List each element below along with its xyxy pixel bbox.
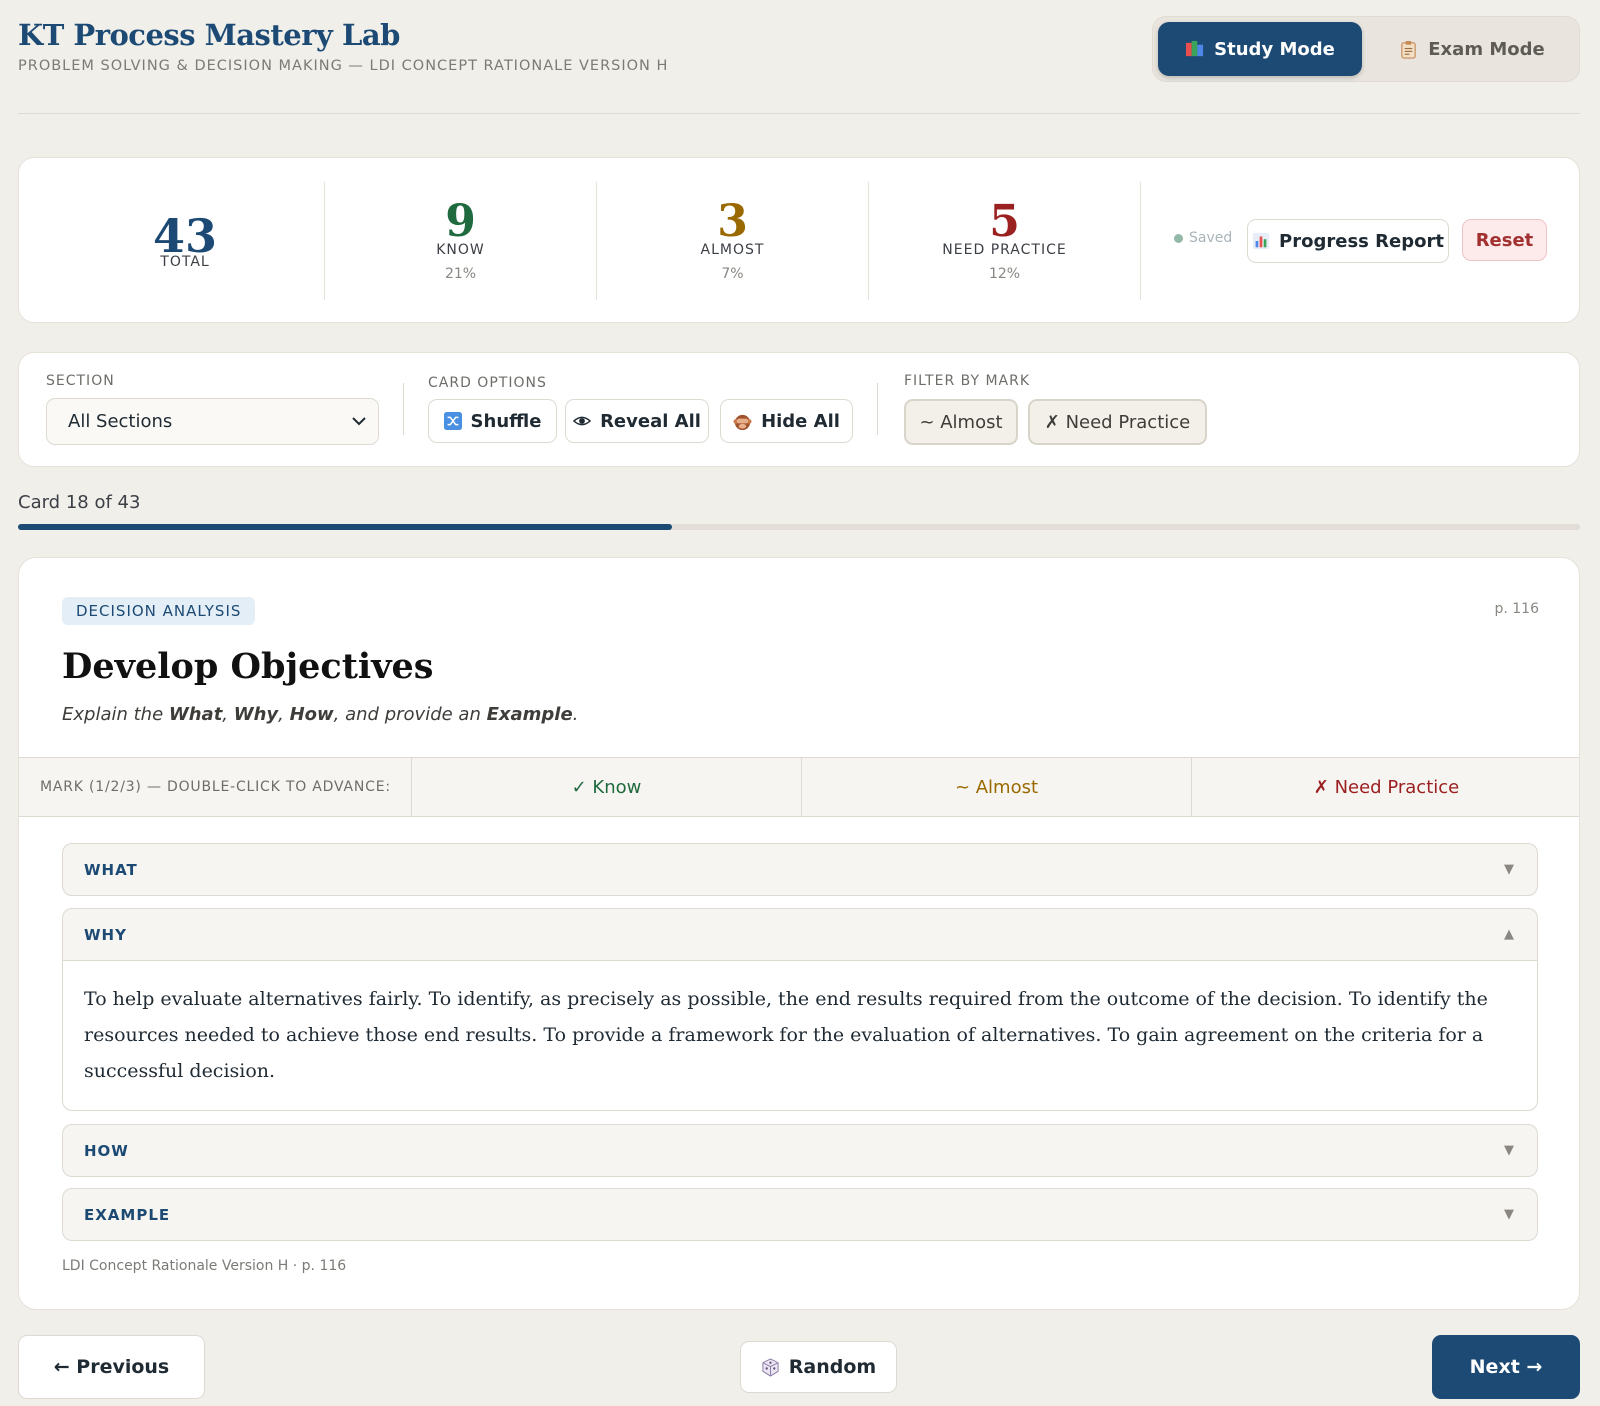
bar-chart-icon <box>1252 232 1270 250</box>
mark-bar: MARK (1/2/3) — DOUBLE-CLICK TO ADVANCE: … <box>19 757 1579 817</box>
prompt-example: Example <box>486 704 573 725</box>
prompt-text: . <box>572 704 579 725</box>
stat-know: 9 KNOW 21% <box>324 182 596 300</box>
expand-arrow-icon: ▼ <box>1504 1143 1515 1158</box>
stat-need-practice: 5 NEED PRACTICE 12% <box>868 182 1140 300</box>
stat-divider <box>1140 182 1141 300</box>
mark-almost-button[interactable]: ~ Almost <box>802 758 1192 816</box>
page-reference: p. 116 <box>1494 601 1539 617</box>
expand-arrow-icon: ▼ <box>1504 862 1515 877</box>
app-title: KT Process Mastery Lab <box>18 18 400 52</box>
accordion-example-header[interactable]: EXAMPLE ▼ <box>63 1189 1537 1240</box>
chevron-down-icon <box>352 417 366 426</box>
stat-know-percent: 21% <box>444 266 477 282</box>
stat-almost: 3 ALMOST 7% <box>596 182 868 300</box>
previous-button[interactable]: ← Previous <box>18 1335 205 1399</box>
mode-switch: Study Mode Exam Mode <box>1152 16 1580 82</box>
stats-panel: 43 TOTAL 9 KNOW 21% 3 ALMOST 7% 5 NEED P… <box>18 157 1580 323</box>
accordion-why-label: WHY <box>84 925 127 944</box>
accordion-example: EXAMPLE ▼ <box>62 1188 1538 1241</box>
random-label: Random <box>788 1356 877 1378</box>
section-select[interactable]: All Sections <box>46 398 379 445</box>
toolbar-divider <box>877 383 878 435</box>
source-reference: LDI Concept Rationale Version H · p. 116 <box>62 1258 347 1274</box>
card-title: Develop Objectives <box>62 646 434 687</box>
saved-indicator: Saved <box>1174 230 1232 246</box>
stat-know-label: KNOW <box>436 242 485 258</box>
accordion-why-body: To help evaluate alternatives fairly. To… <box>63 960 1537 1110</box>
card-options-label: CARD OPTIONS <box>428 375 547 391</box>
shuffle-label: Shuffle <box>470 410 542 432</box>
app-subtitle: PROBLEM SOLVING & DECISION MAKING — LDI … <box>18 58 669 74</box>
card-counter: Card 18 of 43 <box>18 492 141 513</box>
filter-by-mark-label: FILTER BY MARK <box>904 373 1031 389</box>
card-progress-bar <box>18 524 1580 530</box>
saved-dot-icon <box>1174 233 1183 243</box>
hide-all-label: Hide All <box>761 410 840 432</box>
expand-arrow-icon: ▼ <box>1504 1207 1515 1222</box>
prompt-text: , and provide an <box>333 704 487 725</box>
prompt-text: , <box>278 704 290 725</box>
stat-know-value: 9 <box>445 196 476 247</box>
prompt-what: What <box>168 704 223 725</box>
toolbar-divider <box>403 383 404 435</box>
mark-instructions: MARK (1/2/3) — DOUBLE-CLICK TO ADVANCE: <box>19 758 412 816</box>
study-mode-button[interactable]: Study Mode <box>1158 22 1362 76</box>
stat-need-practice-value: 5 <box>989 196 1020 247</box>
filter-toolbar: SECTION All Sections CARD OPTIONS Shuffl… <box>18 352 1580 467</box>
dice-icon <box>762 1357 779 1377</box>
accordion-why-header[interactable]: WHY ▲ <box>63 909 1537 960</box>
accordion-what-label: WHAT <box>84 860 138 879</box>
prompt-how: How <box>289 704 334 725</box>
stat-total-value: 43 <box>152 209 217 263</box>
filter-need-practice-button[interactable]: ✗ Need Practice <box>1028 399 1207 445</box>
stat-almost-label: ALMOST <box>700 242 765 258</box>
app-header: KT Process Mastery Lab PROBLEM SOLVING &… <box>18 16 1580 114</box>
accordion-why: WHY ▲ To help evaluate alternatives fair… <box>62 908 1538 1111</box>
books-icon <box>1186 40 1204 56</box>
exam-mode-button[interactable]: Exam Mode <box>1370 22 1574 76</box>
hide-all-button[interactable]: Hide All <box>720 399 853 443</box>
filter-almost-button[interactable]: ~ Almost <box>904 399 1018 445</box>
reveal-all-button[interactable]: Reveal All <box>565 399 709 443</box>
section-label: SECTION <box>46 373 115 389</box>
shuffle-button[interactable]: Shuffle <box>428 399 557 443</box>
exam-mode-label: Exam Mode <box>1428 38 1545 60</box>
flashcard: DECISION ANALYSIS p. 116 Develop Objecti… <box>18 557 1580 1310</box>
reset-button[interactable]: Reset <box>1462 219 1547 261</box>
card-progress-fill <box>18 524 672 530</box>
accordion-what-header[interactable]: WHAT ▼ <box>63 844 1537 895</box>
stat-almost-percent: 7% <box>721 266 744 282</box>
mark-need-practice-button[interactable]: ✗ Need Practice <box>1192 758 1579 816</box>
stat-need-practice-percent: 12% <box>988 266 1021 282</box>
eye-icon <box>573 416 592 426</box>
random-button[interactable]: Random <box>740 1341 897 1393</box>
accordion-what: WHAT ▼ <box>62 843 1538 896</box>
accordion-how: HOW ▼ <box>62 1124 1538 1177</box>
stat-total-label: TOTAL <box>160 254 210 270</box>
mark-know-button[interactable]: ✓ Know <box>412 758 802 816</box>
progress-report-button[interactable]: Progress Report <box>1247 219 1449 263</box>
study-mode-label: Study Mode <box>1214 38 1335 60</box>
collapse-arrow-icon: ▲ <box>1504 927 1515 942</box>
reveal-all-label: Reveal All <box>600 410 701 432</box>
stat-almost-value: 3 <box>717 196 748 247</box>
category-badge: DECISION ANALYSIS <box>62 597 256 625</box>
saved-label: Saved <box>1189 230 1233 246</box>
see-no-evil-monkey-icon <box>733 414 752 430</box>
accordion-how-label: HOW <box>84 1141 129 1160</box>
accordion-example-label: EXAMPLE <box>84 1205 171 1224</box>
stat-need-practice-label: NEED PRACTICE <box>942 242 1067 258</box>
prompt-why: Why <box>233 704 279 725</box>
section-select-value: All Sections <box>68 411 173 432</box>
prompt-text: Explain the <box>62 704 169 725</box>
clipboard-icon <box>1401 40 1416 59</box>
shuffle-icon <box>443 412 462 430</box>
stat-total: 43 TOTAL <box>49 182 321 300</box>
card-prompt: Explain the What, Why, How, and provide … <box>62 704 578 725</box>
accordion-how-header[interactable]: HOW ▼ <box>63 1125 1537 1176</box>
progress-report-label: Progress Report <box>1279 230 1444 252</box>
next-button[interactable]: Next → <box>1432 1335 1580 1399</box>
prompt-text: , <box>222 704 234 725</box>
